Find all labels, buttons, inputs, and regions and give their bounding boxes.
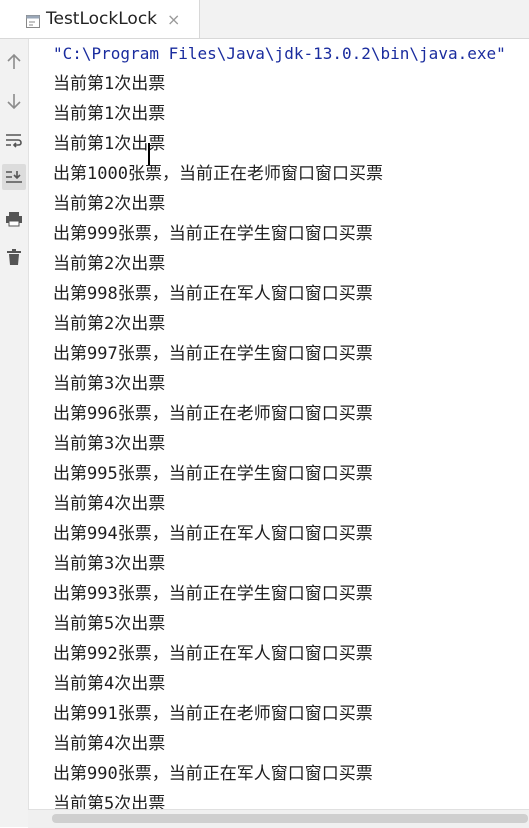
horizontal-scrollbar[interactable] xyxy=(28,809,529,828)
console-line: 出第992张票，当前正在军人窗口窗口买票 xyxy=(53,644,373,664)
tab-testlocklock[interactable]: TestLockLock × xyxy=(0,0,200,38)
down-arrow-icon[interactable] xyxy=(2,88,26,114)
close-icon[interactable]: × xyxy=(167,10,180,29)
up-arrow-icon[interactable] xyxy=(2,49,26,75)
console-line: 当前第3次出票 xyxy=(53,374,166,394)
console-line: 出第997张票，当前正在学生窗口窗口买票 xyxy=(53,344,373,364)
console-line: 当前第2次出票 xyxy=(53,254,166,274)
scrollbar-thumb[interactable] xyxy=(52,814,528,823)
text-caret xyxy=(148,143,150,165)
print-icon[interactable] xyxy=(2,206,26,232)
console-command-line: "C:\Program Files\Java\jdk-13.0.2\bin\ja… xyxy=(53,44,506,63)
console-tab-icon xyxy=(26,13,40,28)
console-line: 出第991张票，当前正在老师窗口窗口买票 xyxy=(53,704,373,724)
console-line: 出第1000张票，当前正在老师窗口窗口买票 xyxy=(53,164,383,184)
console-toolbar xyxy=(0,39,29,827)
console-line: 当前第1次出票 xyxy=(53,74,166,94)
console-line: 当前第4次出票 xyxy=(53,734,166,754)
trash-icon[interactable] xyxy=(2,244,26,270)
console-line: 出第995张票，当前正在学生窗口窗口买票 xyxy=(53,464,373,484)
console-line: 当前第5次出票 xyxy=(53,614,166,634)
console-line: 出第990张票，当前正在军人窗口窗口买票 xyxy=(53,764,373,784)
console-line: 出第996张票，当前正在老师窗口窗口买票 xyxy=(53,404,373,424)
console-line: 当前第2次出票 xyxy=(53,194,166,214)
console-output[interactable]: "C:\Program Files\Java\jdk-13.0.2\bin\ja… xyxy=(28,39,529,809)
console-line: 当前第3次出票 xyxy=(53,434,166,454)
soft-wrap-icon[interactable] xyxy=(2,127,26,153)
console-line: 当前第1次出票 xyxy=(53,104,166,124)
console-line: 出第998张票，当前正在军人窗口窗口买票 xyxy=(53,284,373,304)
console-line: 出第999张票，当前正在学生窗口窗口买票 xyxy=(53,224,373,244)
console-line: 当前第4次出票 xyxy=(53,674,166,694)
tab-bar: TestLockLock × xyxy=(0,0,529,39)
scroll-to-end-icon[interactable] xyxy=(2,164,26,190)
console-line: 当前第3次出票 xyxy=(53,554,166,574)
console-line: 当前第4次出票 xyxy=(53,494,166,514)
console-line: 当前第2次出票 xyxy=(53,314,166,334)
console-line: 出第994张票，当前正在军人窗口窗口买票 xyxy=(53,524,373,544)
tab-label: TestLockLock xyxy=(46,9,158,29)
console-line: 当前第5次出票 xyxy=(53,794,166,809)
console-line: 出第993张票，当前正在学生窗口窗口买票 xyxy=(53,584,373,604)
